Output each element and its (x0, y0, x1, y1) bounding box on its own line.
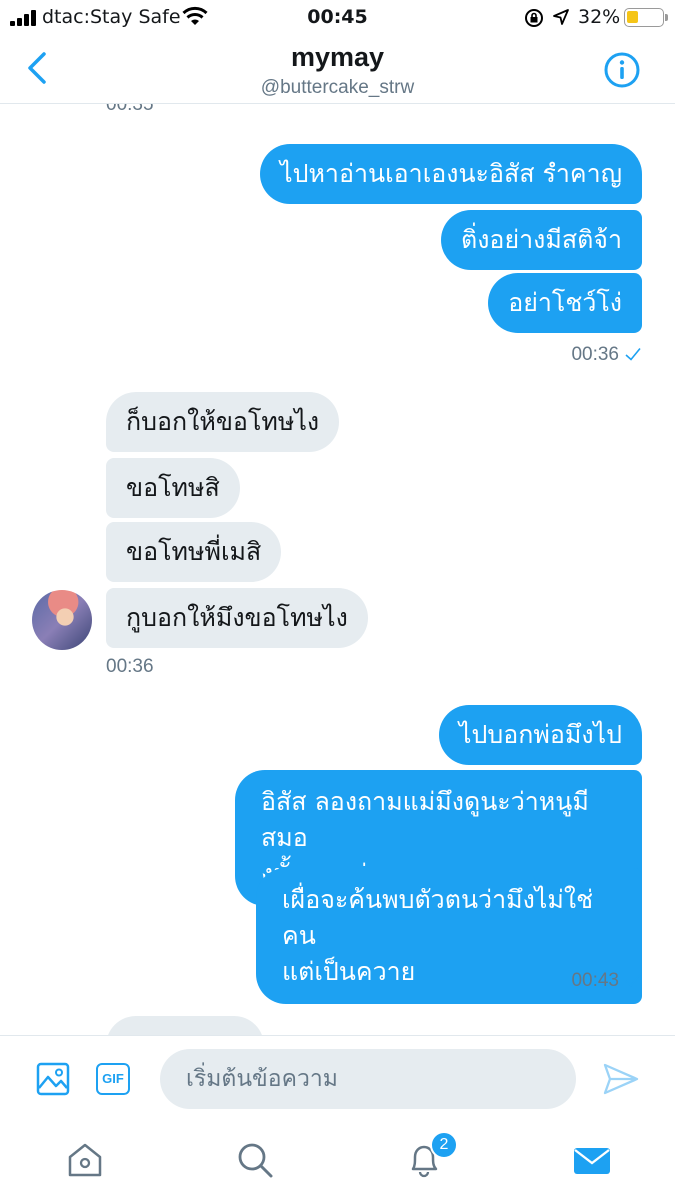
timestamp-text: 00:43 (571, 970, 619, 991)
outgoing-message[interactable]: ติ่งอย่างมีสติจ้า (440, 210, 642, 270)
battery-icon (624, 8, 668, 27)
incoming-message[interactable]: กูบอกให้มึงขอโทษไง (106, 588, 368, 648)
outgoing-message[interactable]: ไปบอกพ่อมึงไป (438, 705, 642, 765)
message-composer: GIF (0, 1035, 675, 1123)
timestamp-text: 00:36 (571, 344, 619, 365)
messages-envelope-icon[interactable] (572, 1141, 612, 1179)
incoming-message[interactable]: ก็บอกให้ขอโทษไง (106, 392, 340, 452)
battery-percent: 32% (578, 6, 621, 28)
conversation-title: mymay (290, 42, 385, 72)
conversation-handle: @buttercake_strw (260, 77, 415, 98)
message-input[interactable] (160, 1049, 576, 1109)
send-icon[interactable] (603, 1062, 639, 1096)
check-icon (625, 973, 641, 987)
message-line: แต่เป็นควาย (282, 957, 416, 986)
message-timestamp: 00:43 (571, 970, 641, 992)
incoming-message[interactable]: ขอโทษสิ (106, 458, 240, 518)
tab-bar: 2 (0, 1123, 675, 1200)
message-timestamp: 00:36 (106, 656, 154, 677)
location-arrow-icon (553, 9, 569, 25)
clock: 00:45 (307, 6, 368, 28)
gif-button[interactable]: GIF (96, 1063, 130, 1095)
message-timestamp: 00:35 (106, 104, 154, 115)
outgoing-message[interactable]: ไปหาอ่านเอาเองนะอิสัส รำคาญ (260, 144, 642, 204)
check-icon (625, 347, 641, 361)
rotation-lock-icon (525, 9, 543, 27)
info-icon[interactable] (604, 52, 640, 88)
message-list[interactable]: 00:35 ไปหาอ่านเอาเองนะอิสัส รำคาญ ติ่งอย… (0, 104, 675, 1035)
status-bar: dtac:Stay Safe 00:45 32% (0, 0, 675, 36)
conversation-header: mymay @buttercake_strw (0, 36, 675, 104)
home-icon[interactable] (66, 1141, 104, 1179)
notification-badge: 2 (430, 1131, 458, 1159)
incoming-message[interactable]: ขอโทษพี่เมสิ (106, 522, 282, 582)
incoming-message[interactable] (106, 1016, 264, 1035)
message-timestamp: 00:36 (571, 344, 641, 366)
message-line: เผื่อจะค้นพบตัวตนว่ามึงไม่ใช่คน (282, 885, 594, 950)
search-icon[interactable] (236, 1141, 274, 1179)
outgoing-message[interactable]: อย่าโชว์โง่ (488, 273, 642, 333)
image-icon[interactable] (36, 1062, 70, 1096)
battery-level (627, 11, 638, 23)
avatar[interactable] (32, 590, 92, 650)
message-line: อิสัส ลองถามแม่มึงดูนะว่าหนูมีสมอ (261, 787, 589, 852)
